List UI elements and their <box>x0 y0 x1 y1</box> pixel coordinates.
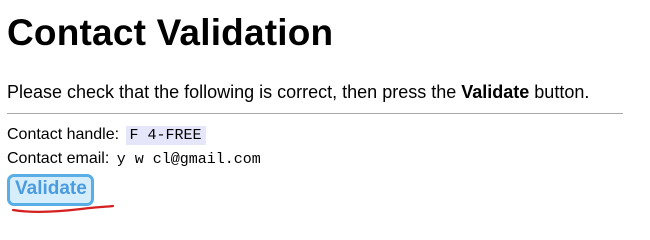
instructions-text: Please check that the following is corre… <box>7 82 589 103</box>
instructions-emphasis: Validate <box>461 82 530 102</box>
contact-email-value: y w cl@gmail.com <box>116 151 261 168</box>
validate-button-wrap: Validate <box>7 174 115 213</box>
contact-email-row: Contact email: y w cl@gmail.com <box>7 150 261 168</box>
instructions-before: Please check that the following is corre… <box>7 82 462 102</box>
instructions-after: button. <box>529 82 590 102</box>
contact-handle-label: Contact handle: <box>7 126 120 143</box>
contact-email-label: Contact email: <box>7 150 110 167</box>
annotation-underline-mark <box>11 204 115 213</box>
contact-handle-value: F 4-FREE <box>125 126 206 145</box>
contact-handle-row: Contact handle: F 4-FREE <box>7 126 206 145</box>
validate-button[interactable]: Validate <box>7 174 94 206</box>
divider <box>7 113 623 114</box>
page-title: Contact Validation <box>7 12 334 53</box>
